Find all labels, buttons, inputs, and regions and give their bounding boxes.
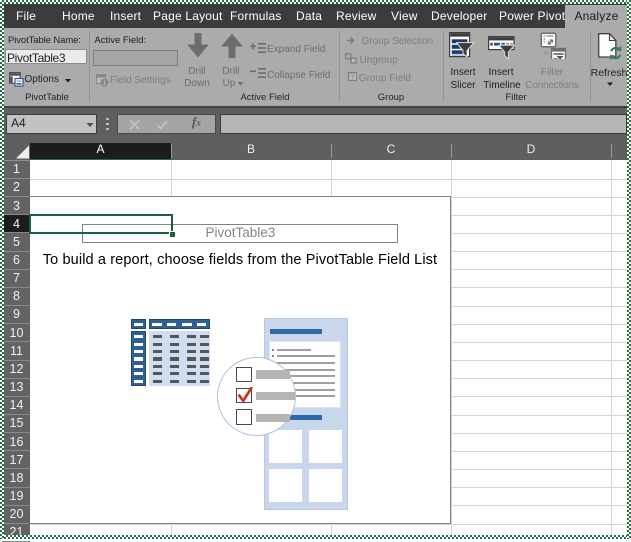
svg-text:7: 7 (350, 75, 354, 81)
svg-text:i: i (103, 79, 105, 87)
